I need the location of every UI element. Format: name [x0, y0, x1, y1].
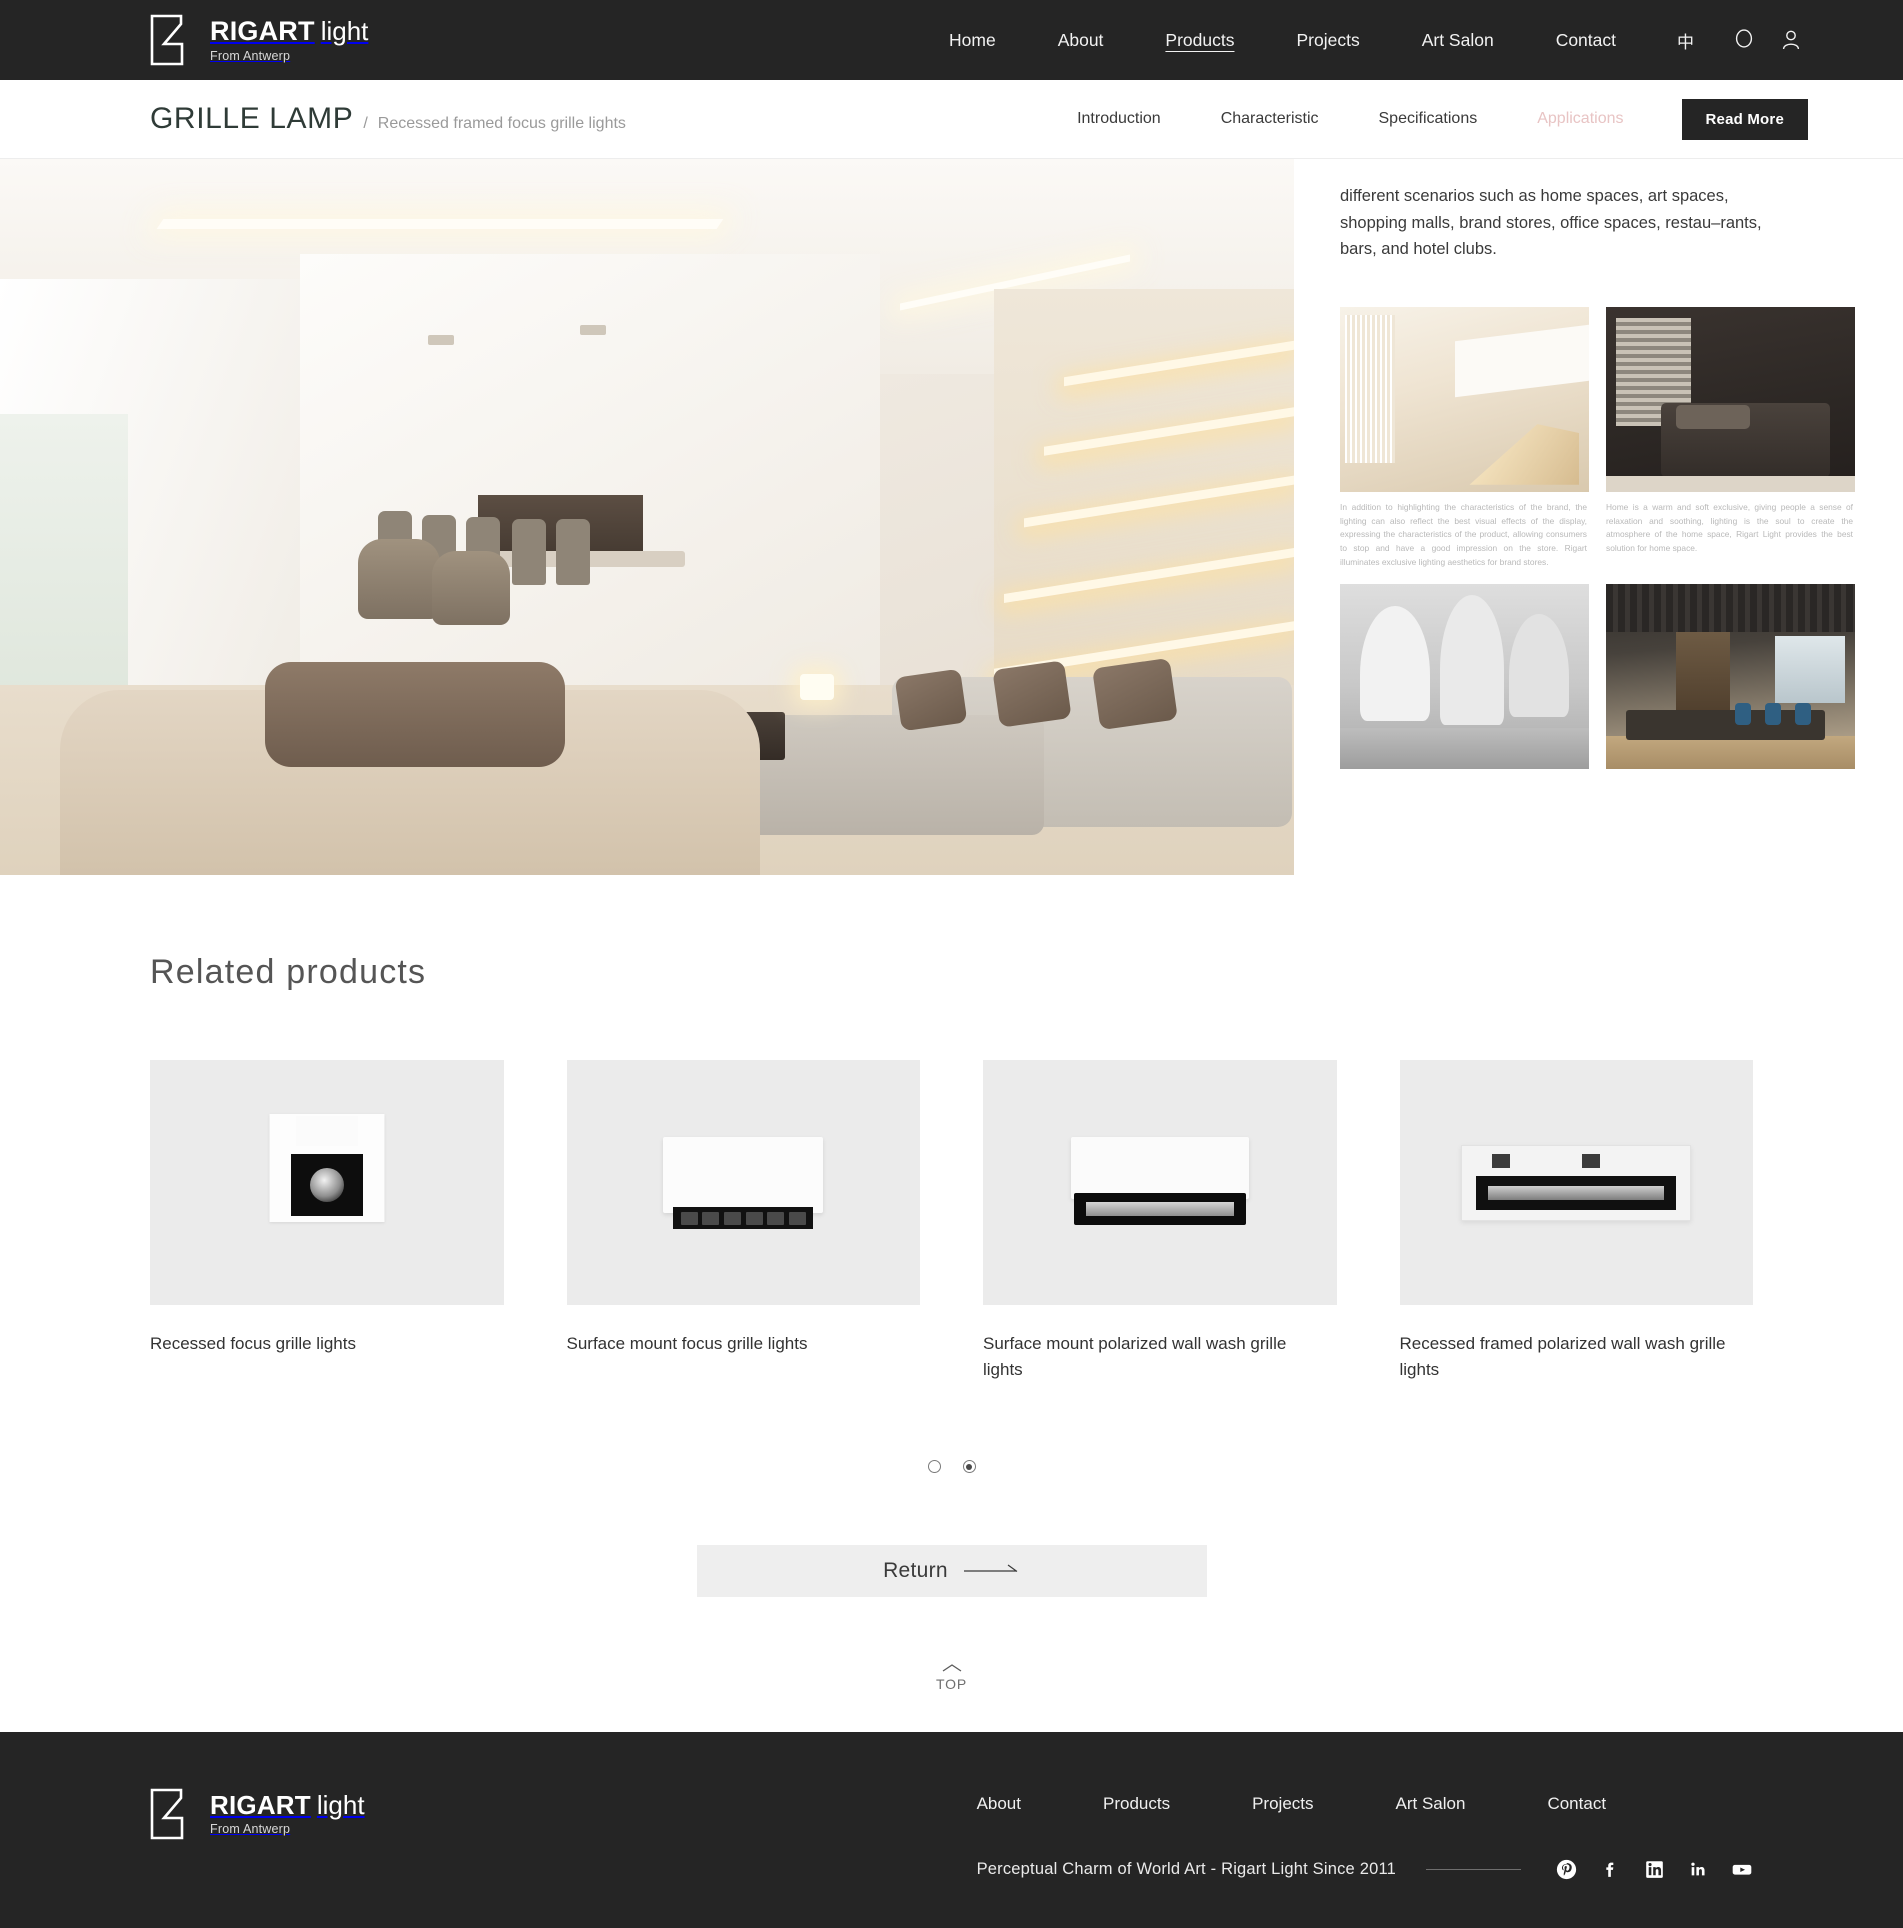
footer-tagline: Perceptual Charm of World Art - Rigart L…	[976, 1859, 1396, 1878]
nav-item-home[interactable]: Home	[918, 24, 1027, 57]
linkedin-alt-icon[interactable]	[1687, 1858, 1709, 1880]
footer-nav-contact[interactable]: Contact	[1547, 1794, 1688, 1814]
return-button[interactable]: Return	[696, 1545, 1207, 1597]
dark-bedroom-photo[interactable]	[1606, 307, 1855, 493]
return-row: Return	[150, 1545, 1753, 1597]
tab-characteristic[interactable]: Characteristic	[1191, 104, 1349, 134]
footer-logo[interactable]: RIGART light From Antwerp	[150, 1788, 365, 1840]
search-icon[interactable]	[1728, 23, 1762, 57]
rigart-r-monogram-icon	[150, 1788, 184, 1840]
site-footer: RIGART light From Antwerp About Products…	[0, 1732, 1903, 1928]
product-card[interactable]: Recessed framed polarized wall wash gril…	[1399, 1060, 1753, 1382]
footer-nav-products[interactable]: Products	[1103, 1794, 1252, 1814]
applications-gallery: In addition to highlighting the characte…	[1340, 307, 1855, 770]
product-card[interactable]: Recessed focus grille lights	[150, 1060, 504, 1382]
footer-brand-name-light: light	[316, 1790, 365, 1821]
brand-text: RIGART light From Antwerp	[210, 15, 369, 63]
footer-brand-tagline: From Antwerp	[210, 1822, 291, 1837]
gallery-caption: Home is a warm and soft exclusive, givin…	[1606, 502, 1853, 553]
product-title: GRILLE LAMP	[150, 102, 354, 135]
applications-paragraph: different scenarios such as home spaces,…	[1340, 187, 1762, 259]
atrium-staircase-photo[interactable]	[1340, 307, 1589, 493]
language-toggle[interactable]: 中	[1647, 22, 1716, 59]
brand-name-light: light	[320, 15, 369, 46]
product-subtitle: Recessed framed focus grille lights	[377, 115, 626, 132]
footer-brand-name-bold: RIGART	[210, 1790, 311, 1821]
surface-mount-polarized-wall-wash-light-photo	[983, 1060, 1337, 1305]
chevron-up-icon	[942, 1664, 961, 1672]
footer-nav-projects[interactable]: Projects	[1252, 1794, 1395, 1814]
footer-content: About Products Projects Art Salon Contac…	[977, 1788, 1753, 1880]
site-logo[interactable]: RIGART light From Antwerp	[150, 14, 368, 66]
applications-section: different scenarios such as home spaces,…	[0, 159, 1903, 875]
tab-introduction[interactable]: Introduction	[1047, 104, 1191, 134]
product-card-label: Surface mount focus grille lights	[566, 1334, 808, 1353]
pinterest-icon[interactable]	[1555, 1858, 1577, 1880]
back-to-top-button[interactable]: TOP	[150, 1663, 1753, 1732]
gallery-cell: In addition to highlighting the characte…	[1340, 307, 1589, 584]
brand-name-bold: RIGART	[210, 15, 315, 46]
product-section-tabs: Introduction Characteristic Specificatio…	[1047, 98, 1808, 140]
gallery-cell: Home is a warm and soft exclusive, givin…	[1606, 307, 1855, 584]
read-more-button[interactable]: Read More	[1681, 98, 1808, 140]
office-interior-photo[interactable]	[1606, 584, 1855, 770]
footer-nav-art-salon[interactable]: Art Salon	[1396, 1794, 1548, 1814]
nav-item-about[interactable]: About	[1027, 24, 1135, 57]
tab-specifications[interactable]: Specifications	[1349, 104, 1508, 134]
nav-item-art-salon[interactable]: Art Salon	[1391, 24, 1525, 57]
product-card[interactable]: Surface mount polarized wall wash grille…	[983, 1060, 1337, 1382]
gallery-cell	[1340, 584, 1589, 770]
product-card-label: Surface mount polarized wall wash grille…	[983, 1334, 1287, 1379]
recessed-framed-polarized-wall-wash-light-photo	[1399, 1060, 1753, 1305]
back-to-top-label: TOP	[936, 1676, 967, 1692]
user-icon[interactable]	[1774, 23, 1808, 57]
social-links	[1555, 1858, 1753, 1880]
gallery-caption: In addition to highlighting the characte…	[1340, 502, 1587, 567]
user-glyph	[1782, 30, 1800, 50]
youtube-icon[interactable]	[1731, 1858, 1753, 1880]
product-subnav-bar: GRILLE LAMP / Recessed framed focus gril…	[0, 80, 1903, 159]
product-card-label: Recessed focus grille lights	[150, 1334, 356, 1353]
white-showroom-photo[interactable]	[1340, 584, 1589, 770]
nav-item-projects[interactable]: Projects	[1265, 24, 1390, 57]
rigart-r-monogram-icon	[150, 14, 184, 66]
footer-bottom-row: Perceptual Charm of World Art - Rigart L…	[977, 1858, 1753, 1880]
title-separator: /	[363, 115, 368, 132]
carousel-dot-1[interactable]	[927, 1460, 941, 1473]
product-card-label: Recessed framed polarized wall wash gril…	[1399, 1334, 1726, 1379]
tab-applications[interactable]: Applications	[1507, 104, 1653, 134]
footer-brand-text: RIGART light From Antwerp	[210, 1792, 365, 1836]
brand-tagline: From Antwerp	[210, 48, 291, 63]
footer-nav-about[interactable]: About	[977, 1794, 1103, 1814]
page-title: GRILLE LAMP / Recessed framed focus gril…	[150, 102, 626, 136]
linkedin-icon[interactable]	[1643, 1858, 1665, 1880]
related-products-heading: Related products	[150, 953, 427, 991]
nav-item-contact[interactable]: Contact	[1525, 24, 1647, 57]
footer-navigation: About Products Projects Art Salon Contac…	[977, 1794, 1753, 1814]
carousel-dot-2[interactable]	[962, 1460, 976, 1473]
search-glyph	[1735, 29, 1753, 48]
footer-divider	[1425, 1868, 1521, 1870]
site-header: RIGART light From Antwerp Home About Pro…	[0, 0, 1903, 80]
surface-mount-focus-grille-light-photo	[566, 1060, 920, 1305]
applications-copy: different scenarios such as home spaces,…	[1294, 159, 1903, 770]
hero-interior-photo	[0, 159, 1294, 875]
nav-item-products[interactable]: Products	[1134, 24, 1265, 57]
main-navigation: Home About Products Projects Art Salon C…	[918, 22, 1808, 59]
recessed-focus-grille-light-photo	[150, 1060, 504, 1305]
facebook-icon[interactable]	[1599, 1858, 1621, 1880]
return-button-label: Return	[883, 1559, 948, 1582]
product-card[interactable]: Surface mount focus grille lights	[566, 1060, 920, 1382]
carousel-pagination	[150, 1460, 1753, 1473]
gallery-cell	[1606, 584, 1855, 770]
related-products-grid: Recessed focus grille lights Surface mou…	[150, 1060, 1753, 1382]
related-products-section: Related products Recessed focus grille l…	[0, 875, 1903, 1732]
long-right-arrow-icon	[963, 1564, 1018, 1572]
